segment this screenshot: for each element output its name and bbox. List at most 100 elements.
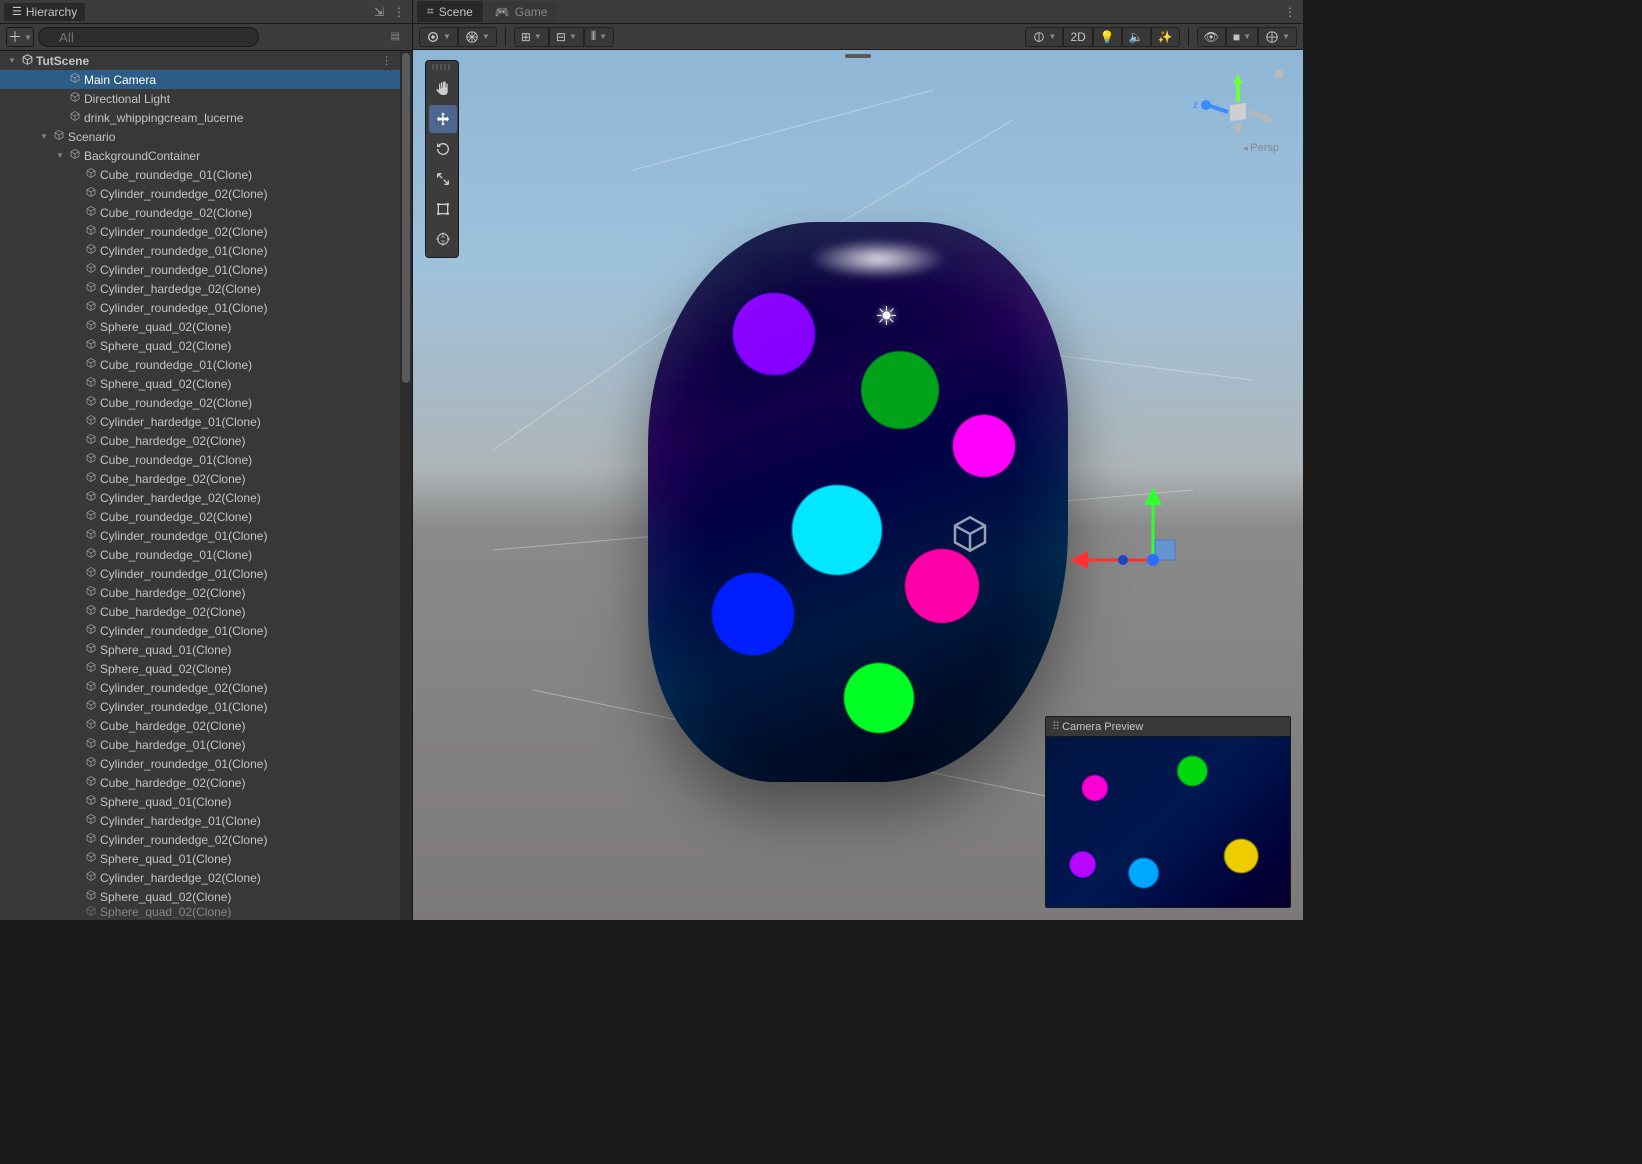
search-filter-icon[interactable]: ▤ — [391, 31, 400, 42]
hierarchy-row[interactable]: Cylinder_roundedge_01(Clone) — [0, 260, 412, 279]
hierarchy-row[interactable]: Cube_roundedge_02(Clone) — [0, 507, 412, 526]
hierarchy-row[interactable]: Cylinder_hardedge_01(Clone) — [0, 412, 412, 431]
hierarchy-row[interactable]: Cube_hardedge_02(Clone) — [0, 773, 412, 792]
projection-label[interactable]: Persp — [1250, 142, 1279, 154]
shading-mode-button[interactable]: ▼ — [458, 27, 497, 47]
transform-tool-button[interactable] — [429, 225, 457, 253]
hierarchy-row-label: Sphere_quad_02(Clone) — [100, 662, 231, 676]
hierarchy-row[interactable]: Sphere_quad_02(Clone) — [0, 659, 412, 678]
hierarchy-row[interactable]: Cube_hardedge_01(Clone) — [0, 735, 412, 754]
hierarchy-row[interactable]: Cylinder_roundedge_01(Clone) — [0, 564, 412, 583]
hierarchy-row[interactable]: Cylinder_hardedge_01(Clone) — [0, 811, 412, 830]
tab-scene[interactable]: ⌗ Scene — [417, 1, 483, 22]
hierarchy-row[interactable]: Sphere_quad_02(Clone) — [0, 374, 412, 393]
expand-toggle[interactable]: ▾ — [6, 55, 18, 66]
fx-toggle-button[interactable]: ✨ — [1151, 27, 1180, 47]
hierarchy-row[interactable]: Sphere_quad_01(Clone) — [0, 792, 412, 811]
scene-menu-icon[interactable]: ⋮ — [381, 54, 392, 67]
hierarchy-row[interactable]: Cube_hardedge_02(Clone) — [0, 716, 412, 735]
object-gizmo-icon[interactable] — [950, 514, 990, 557]
snap-increment-button[interactable]: ⊟▼ — [549, 27, 584, 47]
hierarchy-row[interactable]: drink_whippingcream_lucerne — [0, 108, 412, 127]
hierarchy-row[interactable]: Cylinder_roundedge_01(Clone) — [0, 298, 412, 317]
scene-tools-overlay[interactable] — [425, 60, 459, 258]
camera-preview-header[interactable]: ⠿ Camera Preview — [1046, 717, 1290, 737]
hierarchy-row[interactable]: Cylinder_roundedge_02(Clone) — [0, 222, 412, 241]
hierarchy-row[interactable]: ▾BackgroundContainer — [0, 146, 412, 165]
camera-settings-button[interactable]: ■▼ — [1226, 27, 1258, 47]
view-2d-button[interactable]: 2D — [1063, 27, 1092, 47]
hierarchy-row[interactable]: Cylinder_roundedge_02(Clone) — [0, 184, 412, 203]
panel-menu-icon[interactable]: ⋮ — [390, 3, 408, 21]
hierarchy-row-label: Sphere_quad_02(Clone) — [100, 339, 231, 353]
scene-root-row[interactable]: ▾ TutScene ⋮ — [0, 51, 412, 70]
hierarchy-row[interactable]: Main Camera — [0, 70, 412, 89]
drag-handle-icon[interactable]: ⠿ — [1052, 720, 1058, 733]
scale-tool-button[interactable] — [429, 165, 457, 193]
debug-draw-button[interactable]: ▼ — [1025, 27, 1064, 47]
hierarchy-row[interactable]: Cube_roundedge_01(Clone) — [0, 355, 412, 374]
audio-toggle-button[interactable]: 🔈 — [1122, 27, 1151, 47]
rotate-tool-button[interactable] — [429, 135, 457, 163]
hierarchy-row[interactable]: Sphere_quad_01(Clone) — [0, 849, 412, 868]
hierarchy-row[interactable]: Cylinder_hardedge_02(Clone) — [0, 488, 412, 507]
hierarchy-row[interactable]: Sphere_quad_02(Clone) — [0, 317, 412, 336]
hierarchy-row[interactable]: Cylinder_roundedge_01(Clone) — [0, 754, 412, 773]
lighting-toggle-button[interactable]: 💡 — [1093, 27, 1122, 47]
gameobject-icon — [84, 566, 98, 581]
hierarchy-row[interactable]: Sphere_quad_01(Clone) — [0, 640, 412, 659]
gameobject-icon — [84, 889, 98, 904]
create-button[interactable]: ＋▼ — [6, 27, 34, 47]
hierarchy-row[interactable]: Sphere_quad_02(Clone) — [0, 336, 412, 355]
popout-icon[interactable]: ⇲ — [370, 3, 388, 21]
scene-viewport[interactable]: ☀ — [413, 50, 1303, 920]
expand-toggle[interactable]: ▾ — [38, 131, 50, 142]
hierarchy-row[interactable]: Directional Light — [0, 89, 412, 108]
visibility-toggle-button[interactable]: 👁 — [1197, 27, 1226, 47]
snap-grid-button[interactable]: ⊞▼ — [514, 27, 549, 47]
hierarchy-scrollbar[interactable] — [400, 51, 412, 920]
hand-tool-button[interactable] — [429, 75, 457, 103]
hierarchy-row[interactable]: Cylinder_roundedge_02(Clone) — [0, 830, 412, 849]
hierarchy-row[interactable]: Cylinder_roundedge_02(Clone) — [0, 678, 412, 697]
hierarchy-row[interactable]: Cube_hardedge_02(Clone) — [0, 469, 412, 488]
gizmos-toggle-button[interactable]: ▼ — [1258, 27, 1297, 47]
gameobject-icon — [84, 167, 98, 182]
hierarchy-row[interactable]: Sphere_quad_02(Clone) — [0, 906, 412, 918]
hierarchy-row[interactable]: Cylinder_roundedge_01(Clone) — [0, 526, 412, 545]
hierarchy-row[interactable]: ▾Scenario — [0, 127, 412, 146]
light-gizmo-icon[interactable]: ☀ — [875, 301, 898, 332]
camera-preview-overlay[interactable]: ⠿ Camera Preview — [1045, 716, 1291, 908]
hierarchy-row[interactable]: Sphere_quad_02(Clone) — [0, 887, 412, 906]
draw-mode-button[interactable]: ▼ — [419, 27, 458, 47]
snap-settings-button[interactable]: ⦀▼ — [584, 27, 614, 47]
gizmo-lock-icon[interactable] — [1275, 70, 1283, 78]
gameobject-icon — [84, 680, 98, 695]
hierarchy-row[interactable]: Cylinder_roundedge_01(Clone) — [0, 697, 412, 716]
hierarchy-row-label: Cube_hardedge_01(Clone) — [100, 738, 245, 752]
hierarchy-row[interactable]: Cylinder_roundedge_01(Clone) — [0, 241, 412, 260]
hierarchy-row[interactable]: Cube_roundedge_01(Clone) — [0, 450, 412, 469]
tab-game[interactable]: 🎮 Game — [485, 2, 558, 22]
hierarchy-row[interactable]: Cube_hardedge_02(Clone) — [0, 602, 412, 621]
hierarchy-row[interactable]: Cube_roundedge_02(Clone) — [0, 393, 412, 412]
hierarchy-row[interactable]: Cube_hardedge_02(Clone) — [0, 583, 412, 602]
hierarchy-row[interactable]: Cube_roundedge_01(Clone) — [0, 545, 412, 564]
hierarchy-row[interactable]: Cylinder_hardedge_02(Clone) — [0, 279, 412, 298]
scene-panel-menu-icon[interactable]: ⋮ — [1281, 3, 1299, 21]
hierarchy-search-input[interactable] — [38, 27, 259, 47]
hierarchy-row[interactable]: Cube_roundedge_01(Clone) — [0, 165, 412, 184]
transform-gizmo[interactable] — [1043, 470, 1203, 630]
hierarchy-row[interactable]: Cylinder_hardedge_02(Clone) — [0, 868, 412, 887]
hierarchy-row[interactable]: Cube_hardedge_02(Clone) — [0, 431, 412, 450]
hierarchy-row[interactable]: Cube_roundedge_02(Clone) — [0, 203, 412, 222]
orientation-gizmo[interactable]: y z ◂ Persp — [1193, 70, 1283, 170]
tools-drag-handle[interactable] — [432, 64, 452, 70]
move-tool-button[interactable] — [429, 105, 457, 133]
scroll-thumb[interactable] — [402, 53, 410, 383]
hierarchy-tab[interactable]: ☰ Hierarchy — [4, 3, 85, 21]
hierarchy-tree[interactable]: ▾ TutScene ⋮ Main CameraDirectional Ligh… — [0, 51, 412, 920]
hierarchy-row[interactable]: Cylinder_roundedge_01(Clone) — [0, 621, 412, 640]
rect-tool-button[interactable] — [429, 195, 457, 223]
expand-toggle[interactable]: ▾ — [54, 150, 66, 161]
